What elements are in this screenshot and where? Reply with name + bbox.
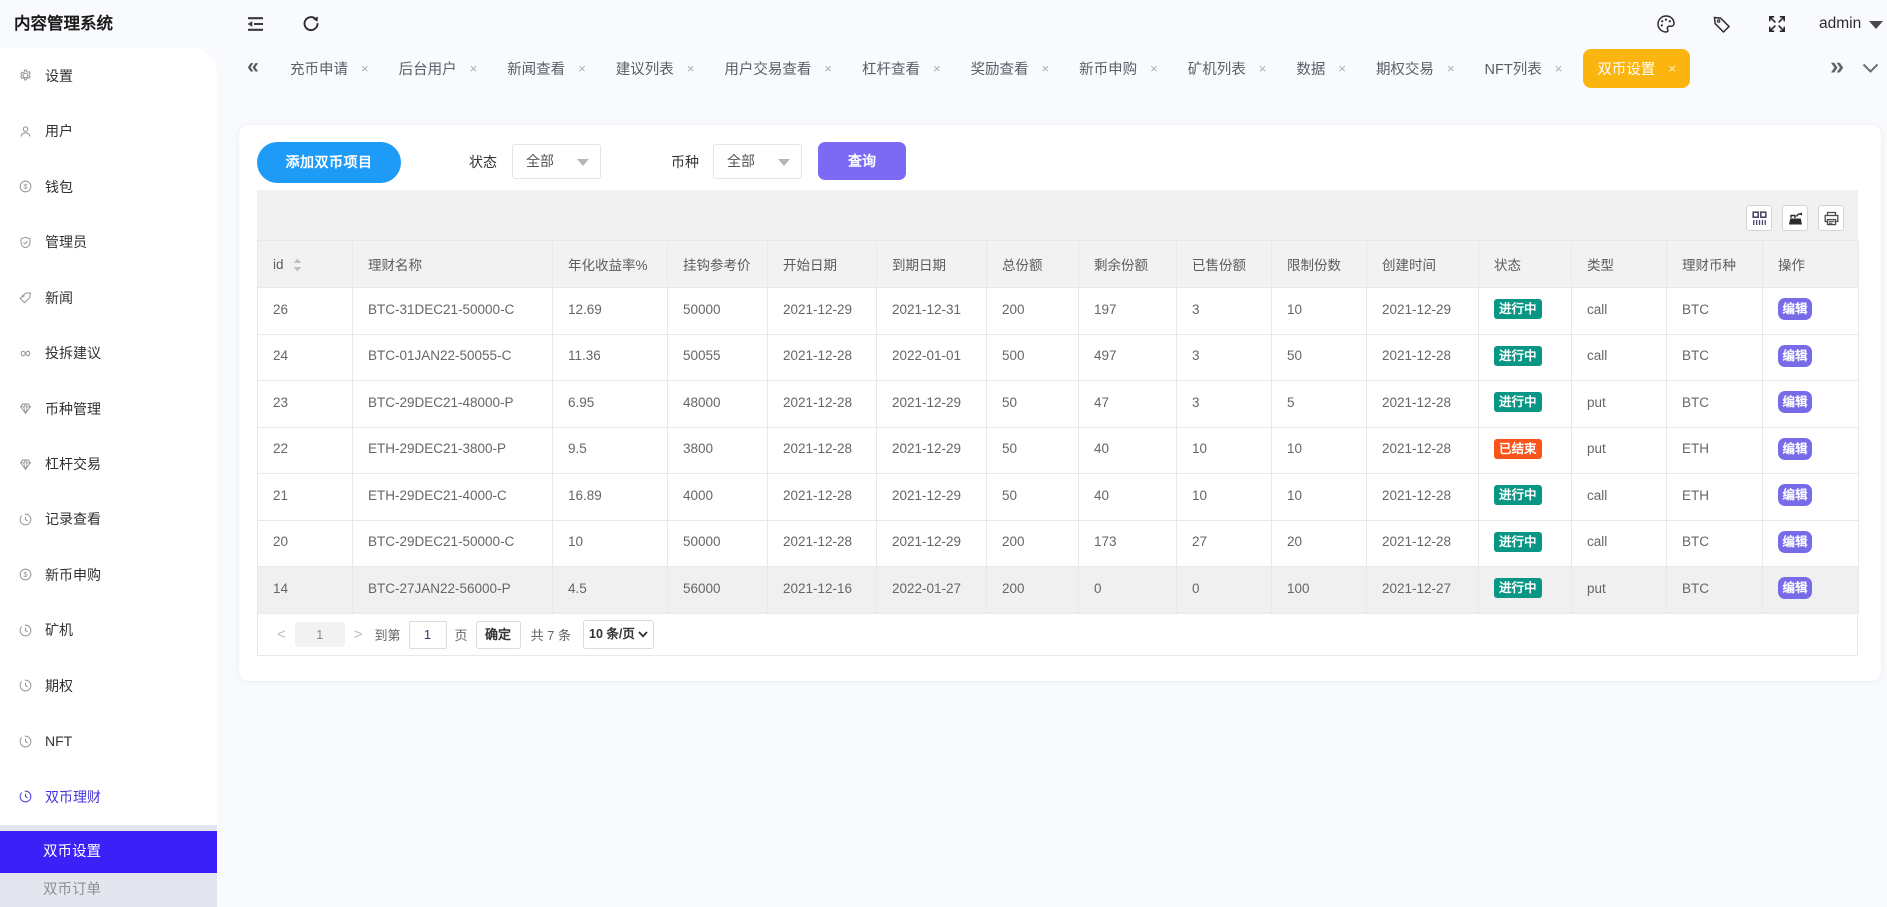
svg-text:$: $ <box>23 182 27 191</box>
svg-text:$: $ <box>23 571 27 580</box>
